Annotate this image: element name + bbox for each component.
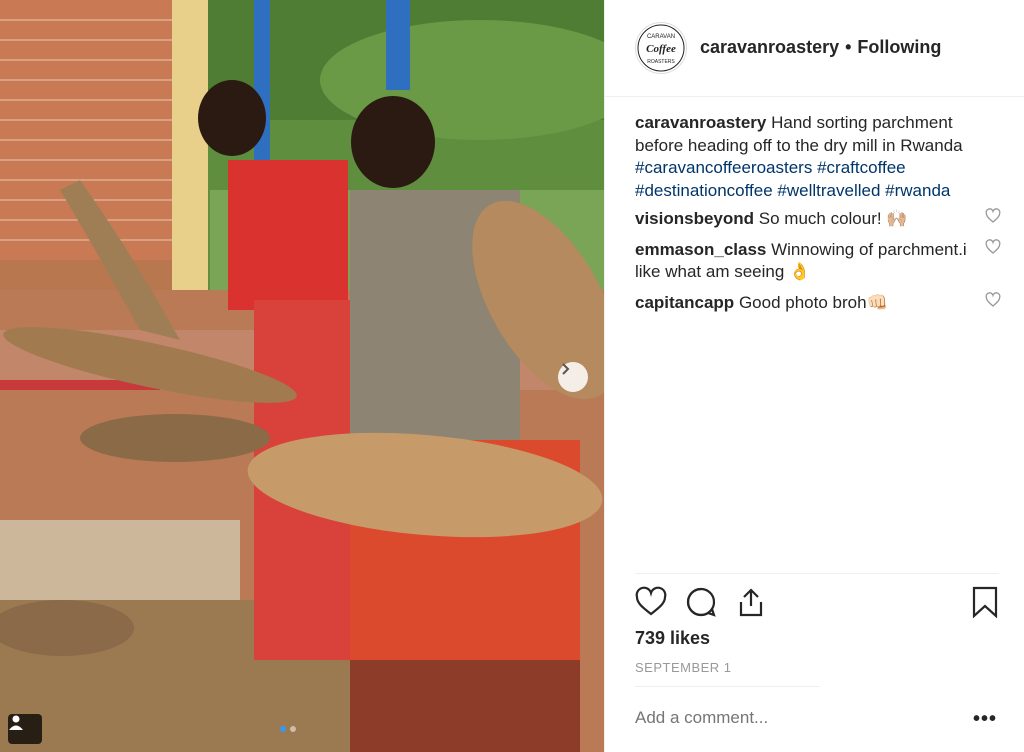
comment-item: emmason_class Winnowing of parchment.i l… bbox=[635, 238, 1001, 284]
hashtag-link[interactable]: #welltravelled bbox=[777, 181, 880, 200]
follow-status-button[interactable]: Following bbox=[857, 37, 941, 57]
divider bbox=[635, 573, 999, 574]
user-tags-button[interactable] bbox=[8, 714, 42, 744]
svg-text:CARAVAN: CARAVAN bbox=[647, 34, 675, 40]
more-options-button[interactable]: ••• bbox=[973, 708, 997, 731]
photo-illustration bbox=[0, 0, 604, 752]
comment-item: capitancapp Good photo broh👊🏻 bbox=[635, 291, 1001, 315]
caravan-logo: CARAVAN Coffee ROASTERS bbox=[637, 24, 685, 72]
carousel-indicator bbox=[280, 726, 296, 732]
hashtag-link[interactable]: #caravancoffeeroasters bbox=[635, 158, 812, 177]
comment-username[interactable]: emmason_class bbox=[635, 240, 766, 259]
caption-username[interactable]: caravanroastery bbox=[635, 113, 766, 132]
comment-text: Good photo broh👊🏻 bbox=[738, 292, 888, 312]
hashtag-link[interactable]: #rwanda bbox=[885, 181, 950, 200]
post-header: CARAVAN Coffee ROASTERS caravanroastery •… bbox=[605, 0, 1024, 97]
action-bar bbox=[635, 586, 1001, 618]
post-side-panel: CARAVAN Coffee ROASTERS caravanroastery •… bbox=[604, 0, 1024, 752]
header-text: caravanroastery • Following bbox=[700, 37, 941, 58]
carousel-next-button[interactable] bbox=[558, 362, 588, 392]
comment-username[interactable]: capitancapp bbox=[635, 293, 734, 312]
comments-list: caravanroastery Hand sorting parchment b… bbox=[635, 112, 1001, 322]
post-date: SEPTEMBER 1 bbox=[635, 660, 732, 675]
comment-text: So much colour! 🙌🏼 bbox=[758, 209, 908, 228]
caption: caravanroastery Hand sorting parchment b… bbox=[635, 112, 1001, 202]
divider bbox=[635, 686, 820, 687]
svg-text:ROASTERS: ROASTERS bbox=[647, 59, 675, 65]
hashtag-link[interactable]: #craftcoffee bbox=[817, 158, 906, 177]
carousel-dot-active bbox=[280, 726, 286, 732]
bookmark-icon[interactable] bbox=[969, 586, 1001, 618]
username-link[interactable]: caravanroastery bbox=[700, 37, 839, 57]
heart-icon[interactable] bbox=[985, 238, 1001, 255]
user-tag-icon bbox=[9, 715, 23, 730]
comment-username[interactable]: visionsbeyond bbox=[635, 209, 754, 228]
heart-icon[interactable] bbox=[985, 208, 1001, 224]
heart-icon[interactable] bbox=[635, 586, 667, 618]
chevron-right-icon bbox=[562, 363, 570, 375]
likes-count[interactable]: 739 likes bbox=[635, 628, 710, 649]
comment-icon[interactable] bbox=[685, 586, 717, 618]
heart-icon[interactable] bbox=[985, 291, 1001, 308]
carousel-dot bbox=[290, 726, 296, 732]
share-icon[interactable] bbox=[735, 586, 767, 618]
separator: • bbox=[845, 37, 852, 57]
comment-item: visionsbeyond So much colour! 🙌🏼 bbox=[635, 208, 1001, 231]
post-photo[interactable] bbox=[0, 0, 604, 752]
hashtag-link[interactable]: #destinationcoffee bbox=[635, 181, 773, 200]
svg-text:Coffee: Coffee bbox=[646, 43, 676, 55]
avatar[interactable]: CARAVAN Coffee ROASTERS bbox=[635, 22, 687, 74]
add-comment-input[interactable] bbox=[635, 708, 935, 728]
